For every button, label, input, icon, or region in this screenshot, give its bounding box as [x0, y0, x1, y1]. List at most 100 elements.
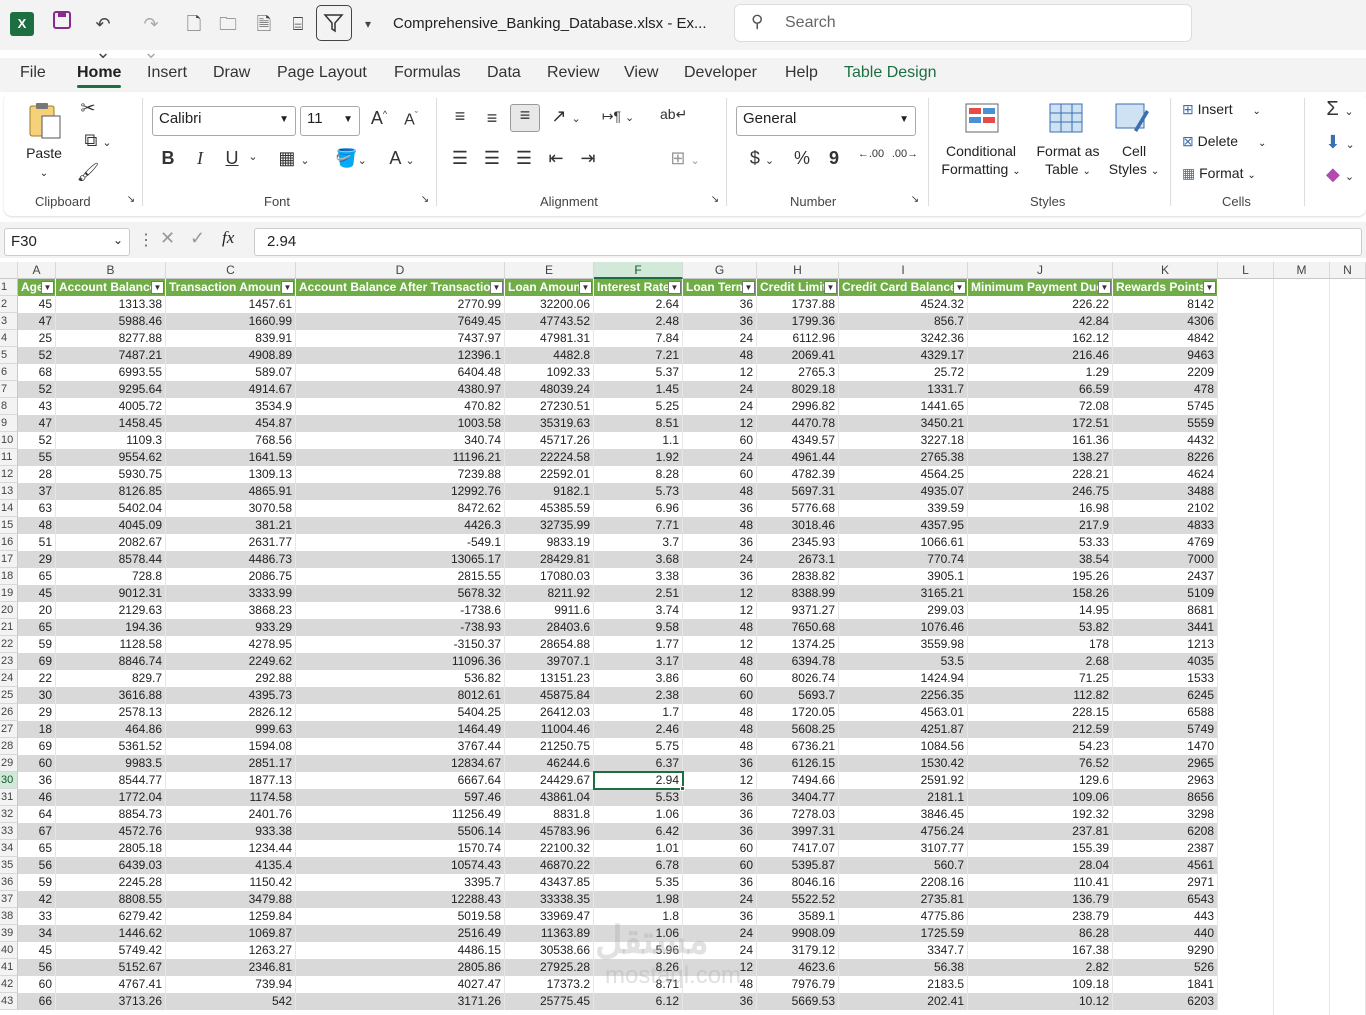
- table-cell[interactable]: 7649.45: [296, 313, 505, 330]
- table-cell[interactable]: 12834.67: [296, 755, 505, 772]
- table-cell[interactable]: 2208.16: [839, 874, 968, 891]
- table-cell[interactable]: 2.82: [968, 959, 1113, 976]
- filter-dropdown-icon[interactable]: ▼: [1203, 281, 1216, 294]
- table-cell[interactable]: 1.1: [594, 432, 683, 449]
- row-header[interactable]: 41: [0, 959, 18, 976]
- table-cell[interactable]: 24: [683, 891, 757, 908]
- table-cell[interactable]: 739.94: [166, 976, 296, 993]
- cut-icon[interactable]: ✂: [76, 98, 100, 119]
- filter-dropdown-icon[interactable]: ▼: [41, 281, 54, 294]
- table-cell[interactable]: 5.25: [594, 398, 683, 415]
- table-cell[interactable]: 6208: [1113, 823, 1218, 840]
- table-cell[interactable]: 27925.28: [505, 959, 594, 976]
- borders-icon[interactable]: ▦ ⌄: [272, 148, 316, 169]
- table-cell[interactable]: 5506.14: [296, 823, 505, 840]
- table-cell[interactable]: 109.18: [968, 976, 1113, 993]
- table-cell[interactable]: 1772.04: [56, 789, 166, 806]
- table-cell[interactable]: 4935.07: [839, 483, 968, 500]
- filter-dropdown-icon[interactable]: ▼: [281, 281, 294, 294]
- row-header[interactable]: 35: [0, 857, 18, 874]
- table-cell[interactable]: 560.7: [839, 857, 968, 874]
- table-cell[interactable]: 76.52: [968, 755, 1113, 772]
- table-cell[interactable]: 3846.45: [839, 806, 968, 823]
- table-cell[interactable]: 3479.88: [166, 891, 296, 908]
- table-cell[interactable]: 6394.78: [757, 653, 839, 670]
- row-header[interactable]: 28: [0, 738, 18, 755]
- format-as-table-icon[interactable]: [1046, 102, 1086, 139]
- table-cell[interactable]: 1877.13: [166, 772, 296, 789]
- column-header[interactable]: C: [166, 262, 296, 279]
- table-cell[interactable]: 20: [18, 602, 56, 619]
- table-cell[interactable]: 1309.13: [166, 466, 296, 483]
- row-header[interactable]: 1: [0, 279, 18, 296]
- fill-icon[interactable]: ⬇ ⌄: [1318, 132, 1362, 153]
- table-cell[interactable]: 2256.35: [839, 687, 968, 704]
- table-cell[interactable]: 45: [18, 585, 56, 602]
- tab-table-design[interactable]: Table Design: [844, 64, 937, 82]
- table-cell[interactable]: 9290: [1113, 942, 1218, 959]
- table-cell[interactable]: 3589.1: [757, 908, 839, 925]
- table-cell[interactable]: 4357.95: [839, 517, 968, 534]
- table-cell[interactable]: 9911.6: [505, 602, 594, 619]
- table-cell[interactable]: 3.74: [594, 602, 683, 619]
- table-cell[interactable]: -3150.37: [296, 636, 505, 653]
- table-cell[interactable]: 9371.27: [757, 602, 839, 619]
- table-cell[interactable]: 27230.51: [505, 398, 594, 415]
- row-header[interactable]: 9: [0, 415, 18, 432]
- table-cell[interactable]: 1109.3: [56, 432, 166, 449]
- row-header[interactable]: 30: [0, 772, 18, 789]
- column-header[interactable]: M: [1274, 262, 1330, 279]
- table-cell[interactable]: 6.96: [594, 500, 683, 517]
- table-cell[interactable]: 45783.96: [505, 823, 594, 840]
- table-cell[interactable]: 12: [683, 772, 757, 789]
- table-cell[interactable]: 2673.1: [757, 551, 839, 568]
- table-cell[interactable]: 999.63: [166, 721, 296, 738]
- table-cell[interactable]: 8808.55: [56, 891, 166, 908]
- table-cell[interactable]: 1737.88: [757, 296, 839, 313]
- table-cell[interactable]: 48: [683, 483, 757, 500]
- table-cell[interactable]: 155.39: [968, 840, 1113, 857]
- table-cell[interactable]: 6245: [1113, 687, 1218, 704]
- table-cell[interactable]: 60: [683, 432, 757, 449]
- table-cell[interactable]: 29: [18, 704, 56, 721]
- table-cell[interactable]: 5776.68: [757, 500, 839, 517]
- row-header[interactable]: 43: [0, 993, 18, 1010]
- table-cell[interactable]: 3.68: [594, 551, 683, 568]
- table-cell[interactable]: 12: [683, 415, 757, 432]
- table-cell[interactable]: 60: [683, 670, 757, 687]
- table-cell[interactable]: 24: [683, 449, 757, 466]
- table-cell[interactable]: 33338.35: [505, 891, 594, 908]
- cell-styles-button[interactable]: Cell Styles ⌄: [1108, 142, 1160, 178]
- table-cell[interactable]: 228.21: [968, 466, 1113, 483]
- table-cell[interactable]: 11196.21: [296, 449, 505, 466]
- table-cell[interactable]: 1374.25: [757, 636, 839, 653]
- table-cell[interactable]: 5678.32: [296, 585, 505, 602]
- table-cell[interactable]: 45: [18, 296, 56, 313]
- row-header[interactable]: 40: [0, 942, 18, 959]
- table-cell[interactable]: 45875.84: [505, 687, 594, 704]
- table-cell[interactable]: 24429.67: [505, 772, 594, 789]
- table-cell[interactable]: 1841: [1113, 976, 1218, 993]
- table-cell[interactable]: 5019.58: [296, 908, 505, 925]
- table-cell[interactable]: 9908.09: [757, 925, 839, 942]
- table-cell[interactable]: 60: [683, 857, 757, 874]
- table-cell[interactable]: 1530.42: [839, 755, 968, 772]
- table-header-cell[interactable]: Loan Term ▼: [683, 279, 757, 296]
- table-cell[interactable]: 136.79: [968, 891, 1113, 908]
- table-cell[interactable]: 589.07: [166, 364, 296, 381]
- table-cell[interactable]: 36: [683, 755, 757, 772]
- table-cell[interactable]: 28654.88: [505, 636, 594, 653]
- table-cell[interactable]: 1.01: [594, 840, 683, 857]
- table-cell[interactable]: 6993.55: [56, 364, 166, 381]
- table-cell[interactable]: -738.93: [296, 619, 505, 636]
- filter-dropdown-icon[interactable]: ▼: [1098, 281, 1111, 294]
- column-header[interactable]: E: [505, 262, 594, 279]
- number-format-select[interactable]: General ▼: [736, 106, 916, 136]
- new-file-icon[interactable]: 🗋: [182, 10, 206, 38]
- table-cell[interactable]: 32735.99: [505, 517, 594, 534]
- table-cell[interactable]: 2591.92: [839, 772, 968, 789]
- table-cell[interactable]: 4782.39: [757, 466, 839, 483]
- row-header[interactable]: 32: [0, 806, 18, 823]
- table-cell[interactable]: 7650.68: [757, 619, 839, 636]
- table-cell[interactable]: 597.46: [296, 789, 505, 806]
